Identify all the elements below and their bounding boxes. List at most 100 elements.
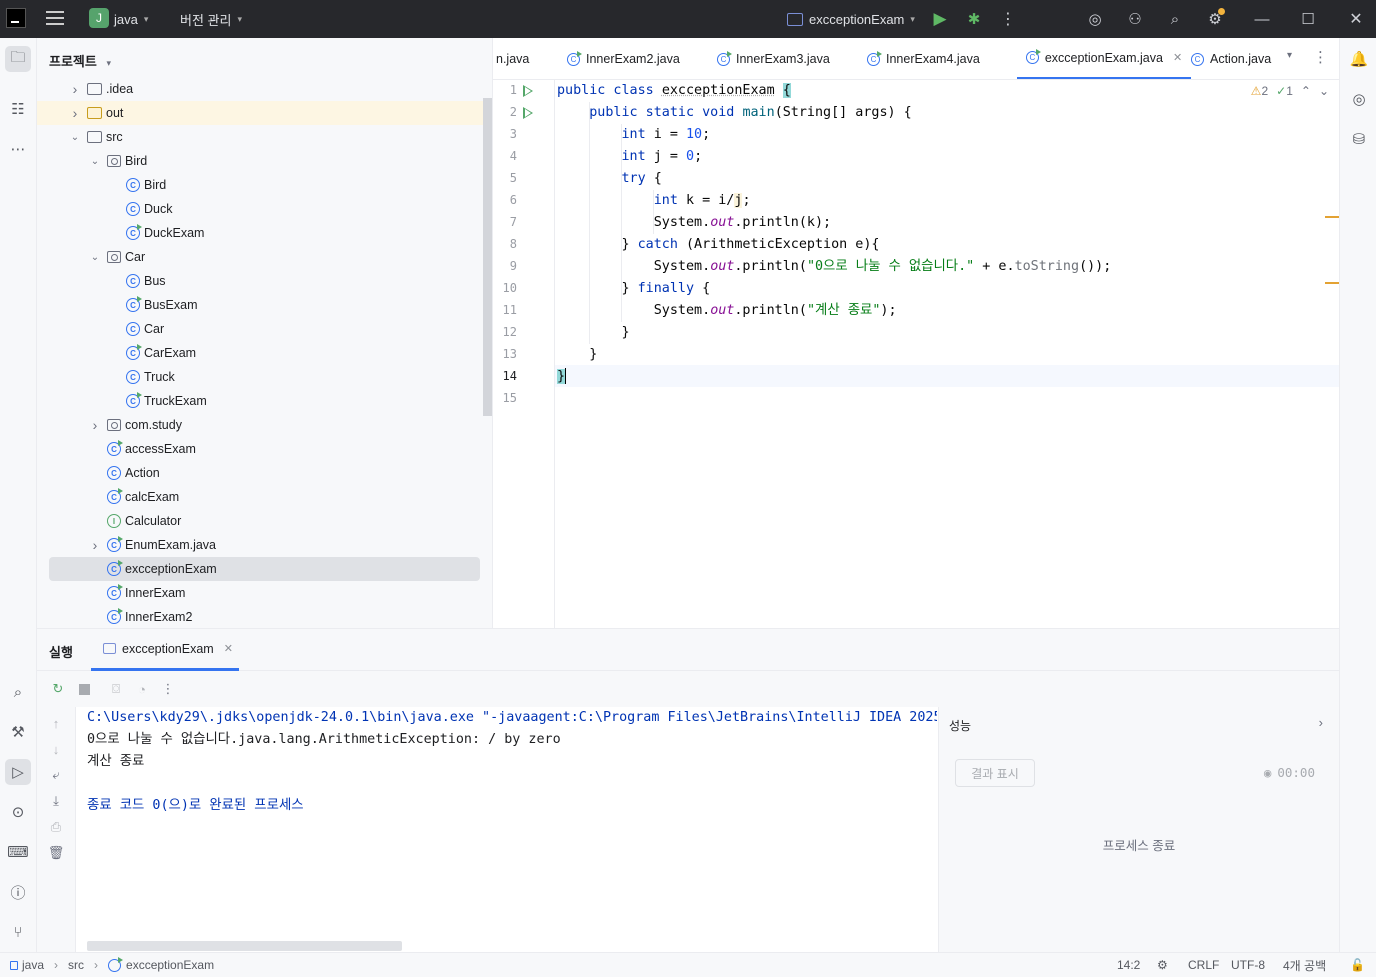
- more-options-icon[interactable]: ⋮: [160, 681, 176, 697]
- scroll-to-end-icon[interactable]: ⤓: [48, 793, 64, 809]
- tree-item-calculator[interactable]: I Calculator: [37, 509, 492, 533]
- run-config-selector[interactable]: excceptionExam ▾: [787, 0, 915, 38]
- indent-setting[interactable]: 4개 공백: [1283, 953, 1326, 977]
- tree-item-car[interactable]: C Car: [37, 317, 492, 341]
- tree-item-innerexam2[interactable]: C InnerExam2: [37, 605, 492, 628]
- chevron-right-icon[interactable]: ›: [89, 417, 101, 433]
- chevron-down-icon[interactable]: ⌄: [89, 252, 101, 263]
- warning-stripe-marker[interactable]: [1325, 216, 1339, 218]
- close-tab-icon[interactable]: ✕: [224, 642, 233, 655]
- notifications-icon[interactable]: 🔔: [1346, 46, 1372, 72]
- run-main-gutter-icon[interactable]: [523, 107, 533, 119]
- maximize-icon[interactable]: ☐: [1298, 9, 1318, 29]
- vcs-menu[interactable]: 버전 관리 ▾: [180, 0, 242, 38]
- chevron-right-icon[interactable]: ›: [1319, 715, 1323, 730]
- tree-item-busexam[interactable]: C BusExam: [37, 293, 492, 317]
- tree-item--idea[interactable]: › .idea: [37, 77, 492, 101]
- tree-item-duck[interactable]: C Duck: [37, 197, 492, 221]
- run-tab[interactable]: excceptionExam ✕: [91, 629, 239, 671]
- tree-item-calcexam[interactable]: CcalcExam: [37, 485, 492, 509]
- previous-highlight-icon[interactable]: ⌃: [1301, 84, 1311, 98]
- editor-tab[interactable]: C InnerExam2.java: [567, 38, 680, 79]
- tree-item-carexam[interactable]: C CarExam: [37, 341, 492, 365]
- up-arrow-icon[interactable]: ↑: [48, 715, 64, 731]
- next-highlight-icon[interactable]: ⌄: [1319, 84, 1329, 98]
- tab-list-chevron-icon[interactable]: ▾: [1287, 50, 1292, 61]
- debug-icon[interactable]: ✱: [964, 9, 984, 29]
- code-area[interactable]: public class excceptionExam { public sta…: [557, 80, 1339, 628]
- editor-tab[interactable]: C Action.java: [1191, 38, 1271, 79]
- chevron-right-icon[interactable]: ›: [69, 81, 81, 97]
- problems-icon[interactable]: ⓘ: [5, 879, 31, 905]
- structure-tool-icon[interactable]: ☷: [5, 96, 31, 122]
- search-everywhere-icon[interactable]: ⌕: [5, 679, 31, 705]
- git-icon[interactable]: ⑂: [5, 919, 31, 945]
- tree-item-enumexam-java[interactable]: › C EnumExam.java: [37, 533, 492, 557]
- intellij-logo-icon[interactable]: [6, 8, 26, 28]
- readonly-toggle-icon[interactable]: ⚙: [1157, 953, 1168, 977]
- search-icon[interactable]: ⌕: [1165, 9, 1185, 29]
- caret-position[interactable]: 14:2: [1117, 953, 1140, 977]
- tree-item-bird[interactable]: ⌄ Bird: [37, 149, 492, 173]
- chevron-right-icon[interactable]: ›: [69, 105, 81, 121]
- database-icon[interactable]: ⛁: [1346, 126, 1372, 152]
- tree-scrollbar[interactable]: [483, 98, 492, 416]
- inspection-widget[interactable]: ⚠2 ✓1 ⌃ ⌄: [1251, 84, 1329, 98]
- line-ending[interactable]: CRLF: [1188, 953, 1219, 977]
- terminal-icon[interactable]: ⌨: [5, 839, 31, 865]
- tree-item-bird[interactable]: C Bird: [37, 173, 492, 197]
- breadcrumb-item[interactable]: java: [22, 958, 44, 972]
- main-menu-icon[interactable]: [46, 11, 64, 25]
- close-tab-icon[interactable]: ✕: [1173, 51, 1182, 64]
- tree-item-excceptionexam[interactable]: CexcceptionExam: [49, 557, 480, 581]
- ai-chat-icon[interactable]: ◎: [1346, 86, 1372, 112]
- tree-item-bus[interactable]: C Bus: [37, 269, 492, 293]
- tree-item-duckexam[interactable]: C DuckExam: [37, 221, 492, 245]
- chevron-right-icon[interactable]: ›: [89, 537, 101, 553]
- tree-item-car[interactable]: ⌄ Car: [37, 245, 492, 269]
- rerun-icon[interactable]: ↻: [50, 681, 66, 697]
- close-icon[interactable]: ✕: [1346, 9, 1366, 29]
- screenshot-icon[interactable]: ⌼: [108, 681, 124, 697]
- soft-wrap-icon[interactable]: ⤶: [48, 767, 64, 783]
- tab-options-icon[interactable]: ⋮: [1313, 48, 1328, 66]
- lock-icon[interactable]: 🔓: [1350, 953, 1365, 977]
- run-icon[interactable]: ▶: [930, 9, 950, 29]
- chevron-down-icon[interactable]: ⌄: [69, 132, 81, 143]
- editor-tab[interactable]: C InnerExam3.java: [717, 38, 830, 79]
- check-indicator[interactable]: ✓1: [1276, 84, 1293, 98]
- breadcrumb-item[interactable]: excceptionExam: [126, 958, 214, 972]
- project-selector[interactable]: java ▾: [114, 0, 148, 38]
- tree-item-truckexam[interactable]: C TruckExam: [37, 389, 492, 413]
- tree-item-innerexam[interactable]: C InnerExam: [37, 581, 492, 605]
- console-output[interactable]: C:\Users\kdy29\.jdks\openjdk-24.0.1\bin\…: [87, 707, 937, 953]
- project-tool-icon[interactable]: 🗀: [5, 46, 31, 72]
- more-actions-icon[interactable]: ⋮: [998, 9, 1018, 29]
- trash-icon[interactable]: 🗑: [48, 845, 65, 861]
- profiler-icon[interactable]: ◔: [134, 681, 150, 697]
- warning-indicator[interactable]: ⚠2: [1251, 84, 1268, 98]
- down-arrow-icon[interactable]: ↓: [48, 741, 64, 757]
- minimize-icon[interactable]: —: [1252, 9, 1272, 29]
- tree-item-action[interactable]: C Action: [37, 461, 492, 485]
- console-hscrollbar[interactable]: [87, 941, 402, 951]
- editor-tab[interactable]: C InnerExam4.java: [867, 38, 980, 79]
- editor-tab[interactable]: CexcceptionExam.java ✕: [1017, 38, 1191, 79]
- add-user-icon[interactable]: ⚇: [1125, 9, 1145, 29]
- project-badge[interactable]: J: [89, 8, 109, 28]
- run-class-gutter-icon[interactable]: [523, 85, 533, 97]
- tree-item-accessexam[interactable]: CaccessExam: [37, 437, 492, 461]
- project-panel-header[interactable]: 프로젝트 ▾: [49, 51, 111, 70]
- tree-item-out[interactable]: › out: [37, 101, 492, 125]
- breadcrumb-item[interactable]: src: [68, 958, 84, 972]
- stop-icon[interactable]: [76, 681, 92, 697]
- editor-tab[interactable]: n.java: [493, 38, 529, 79]
- ai-assistant-icon[interactable]: ◎: [1085, 9, 1105, 29]
- show-results-button[interactable]: 결과 표시: [955, 759, 1035, 787]
- tree-item-truck[interactable]: C Truck: [37, 365, 492, 389]
- more-tools-icon[interactable]: ⋯: [5, 136, 31, 162]
- run-tool-icon[interactable]: ▷: [5, 759, 31, 785]
- chevron-down-icon[interactable]: ⌄: [89, 156, 101, 167]
- services-icon[interactable]: ⊙: [5, 799, 31, 825]
- print-icon[interactable]: ⎙: [48, 819, 64, 835]
